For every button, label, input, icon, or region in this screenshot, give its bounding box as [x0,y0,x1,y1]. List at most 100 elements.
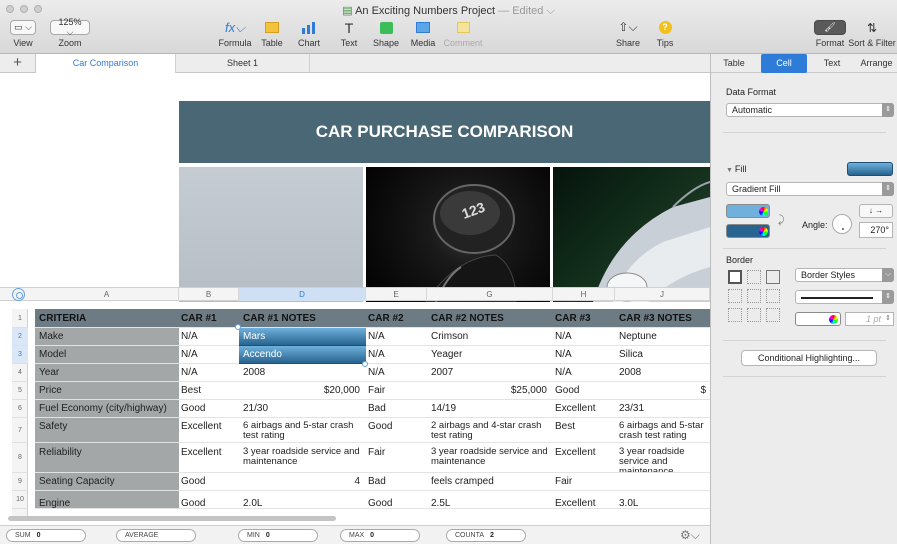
selected-cell[interactable]: Accendo [239,346,366,364]
row-header-2[interactable]: 2 [12,328,28,346]
min-pill[interactable]: MIN 0 [238,529,318,542]
table-cell[interactable]: N/A [366,328,427,346]
table-cell[interactable]: 3 year roadside service and maintenance [615,443,710,473]
column-header-d[interactable]: D [239,288,366,301]
table-cell[interactable] [615,473,710,491]
format-button[interactable]: 🖌 Format [812,20,848,48]
fill-preview-swatch[interactable] [847,162,893,176]
sheet-canvas[interactable]: CAR PURCHASE COMPARISON 123 A B D E G H … [0,73,710,521]
comment-button[interactable]: Comment [443,20,483,48]
header-criteria[interactable]: CRITERIA [35,309,179,328]
car-photo-placeholder[interactable] [179,167,363,302]
table-cell[interactable]: Fair [553,473,615,491]
table-cell[interactable]: Excellent [179,418,239,443]
border-line-select[interactable]: ⇕ [795,290,894,304]
table-cell[interactable]: 2.0L [239,491,366,509]
table-cell[interactable]: 2007 [427,364,553,382]
table-cell[interactable]: N/A [553,364,615,382]
sum-pill[interactable]: SUM 0 [6,529,86,542]
table-cell[interactable]: 6 airbags and 5-star crash test rating [615,418,710,443]
column-header-j[interactable]: J [615,288,710,301]
swap-colors-icon[interactable]: ⤸ [778,214,785,227]
tab-table[interactable]: Table [715,54,753,73]
table-cell[interactable]: 3.0L [615,491,710,509]
tab-cell[interactable]: Cell [761,54,807,73]
border-left-icon[interactable] [728,289,742,303]
row-header-9[interactable]: 9 [12,473,28,491]
table-cell[interactable]: Yeager [427,346,553,364]
table-cell[interactable]: Excellent [179,443,239,473]
table-cell[interactable]: N/A [366,364,427,382]
table-cell[interactable]: $20,000 [239,382,366,400]
table-cell[interactable]: N/A [179,346,239,364]
table-cell[interactable]: Neptune [615,328,710,346]
table-cell[interactable]: Good [366,491,427,509]
header-car1[interactable]: CAR #1 [179,309,239,328]
color-wheel-icon[interactable] [759,207,768,216]
angle-field[interactable]: 270° [859,222,893,238]
table-cell[interactable]: $25,000 [427,382,553,400]
table-cell[interactable]: N/A [366,346,427,364]
view-button[interactable]: ▭ ⌵ View [8,20,38,48]
border-top-icon[interactable] [728,308,742,322]
tab-car-comparison[interactable]: Car Comparison [36,54,176,73]
fill-section-toggle[interactable]: ▼ Fill [726,164,746,174]
table-cell[interactable]: 2008 [239,364,366,382]
table-cell[interactable]: 3 year roadside service and maintenance [427,443,553,473]
tips-button[interactable]: ? Tips [651,20,679,48]
table-cell[interactable]: 3 year roadside service and maintenance [239,443,366,473]
row-header-4[interactable]: 4 [12,364,28,382]
border-all-icon[interactable] [728,270,742,284]
arrow-down-icon[interactable]: ↓ [869,206,873,215]
table-cell[interactable]: 14/19 [427,400,553,418]
table-cell[interactable]: Engine [35,491,179,509]
table-cell[interactable]: Make [35,328,179,346]
table-cell[interactable]: 2.5L [427,491,553,509]
table-cell[interactable]: N/A [179,328,239,346]
border-outside-icon[interactable] [766,270,780,284]
zoom-select[interactable]: 125% ⌵ [50,17,90,37]
border-inside-icon[interactable] [747,270,761,284]
border-right-icon[interactable] [766,289,780,303]
table-cell[interactable]: Crimson [427,328,553,346]
column-header-h[interactable]: H [553,288,615,301]
table-cell[interactable]: Bad [366,400,427,418]
max-pill[interactable]: MAX 0 [340,529,420,542]
table-cell[interactable]: 2008 [615,364,710,382]
header-car3[interactable]: CAR #3 [553,309,615,328]
column-header-a[interactable]: A [35,288,179,301]
table-cell[interactable]: Safety [35,418,179,443]
table-cell[interactable]: Fuel Economy (city/highway) [35,400,179,418]
table-cell[interactable]: Fair [366,443,427,473]
conditional-highlighting-button[interactable]: Conditional Highlighting... [741,350,877,366]
table-cell[interactable]: N/A [553,346,615,364]
color-wheel-icon[interactable] [759,227,768,236]
table-cell[interactable]: Excellent [553,443,615,473]
table-cell[interactable]: Year [35,364,179,382]
selection-handle-top[interactable] [235,324,241,330]
media-button[interactable]: Media [409,20,437,48]
table-cell[interactable]: 21/30 [239,400,366,418]
zoom-control[interactable]: 125% ⌵ Zoom [50,17,90,48]
table-cell[interactable]: N/A [179,364,239,382]
fill-type-select[interactable]: Gradient Fill ⇕ [726,182,894,196]
table-cell[interactable]: 4 [239,473,366,491]
tab-sheet-1[interactable]: Sheet 1 [176,54,310,73]
row-header-3[interactable]: 3 [12,346,28,364]
table-cell[interactable]: Good [179,473,239,491]
chart-button[interactable]: Chart [294,20,324,48]
gear-shift-photo[interactable]: 123 [366,167,550,302]
table-cell[interactable]: Best [179,382,239,400]
border-picker[interactable] [726,268,786,324]
table-cell[interactable]: feels cramped [427,473,553,491]
average-pill[interactable]: AVERAGE [116,529,196,542]
row-header-6[interactable]: 6 [12,400,28,418]
gear-icon[interactable]: ⚙⌵ [680,528,700,543]
tab-arrange[interactable]: Arrange [855,54,897,73]
table-cell[interactable]: 6 airbags and 5-star crash test rating [239,418,366,443]
angle-dial[interactable] [832,214,852,234]
border-styles-select[interactable]: Border Styles ⌵ [795,268,894,282]
table-cell[interactable]: Bad [366,473,427,491]
border-center-icon[interactable] [747,289,761,303]
table-cell[interactable]: Good [553,382,615,400]
